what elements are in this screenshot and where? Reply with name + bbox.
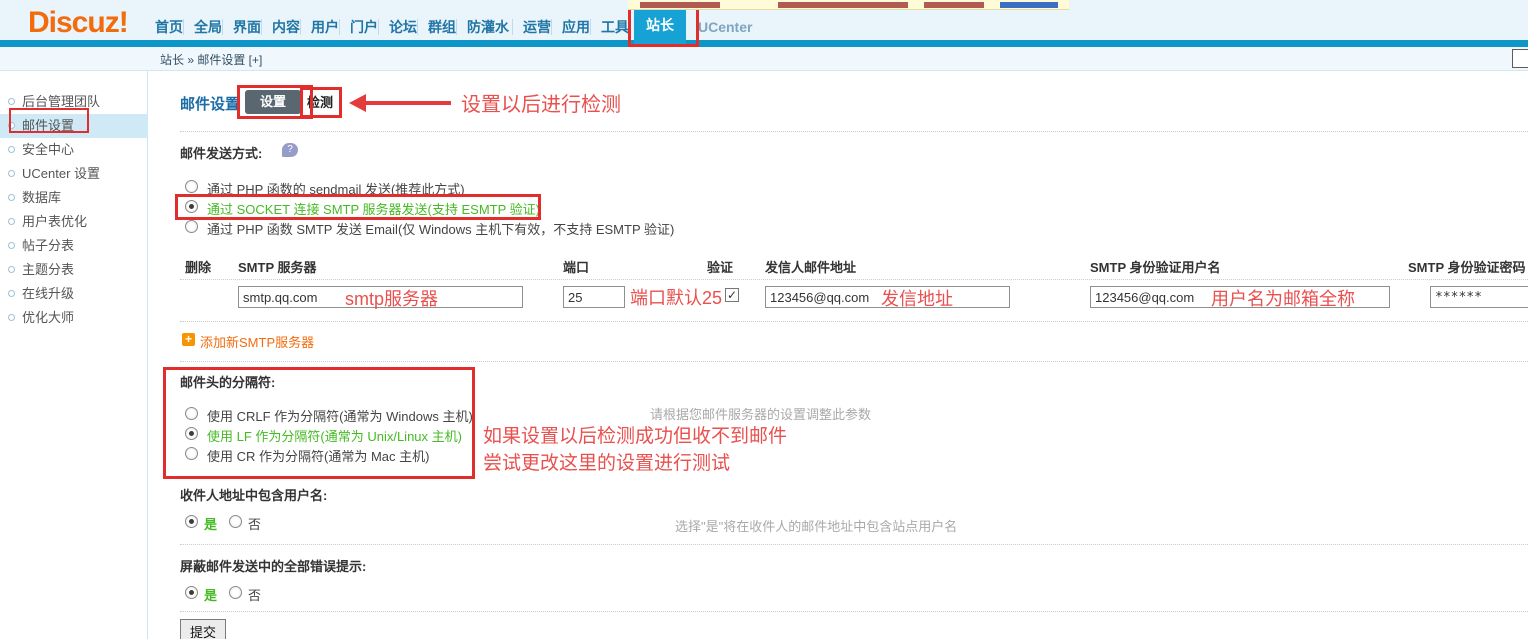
nav-item-tools[interactable]: 工具 xyxy=(601,14,629,40)
notice-fragment xyxy=(778,2,908,8)
col-header-username: SMTP 身份验证用户名 xyxy=(1090,257,1221,276)
bullet-icon xyxy=(8,314,15,321)
mini-input[interactable] xyxy=(1512,49,1528,68)
radio-suppress-errors-no-label[interactable]: 否 xyxy=(248,585,261,604)
sidebar-item-database[interactable]: 数据库 xyxy=(0,186,148,210)
nav-item-global[interactable]: 全局 xyxy=(194,14,222,40)
nav-item-apps[interactable]: 应用 xyxy=(562,14,590,40)
radio-suppress-errors-yes-label[interactable]: 是 xyxy=(204,585,217,604)
sidebar-item-post-split[interactable]: 帖子分表 xyxy=(0,234,148,258)
sidebar-item-thread-split[interactable]: 主题分表 xyxy=(0,258,148,282)
bullet-icon xyxy=(8,218,15,225)
divider xyxy=(180,361,1528,362)
main-content: 邮件设置 设置 检测 设置以后进行检测 邮件发送方式: ? 通过 PHP 函数的… xyxy=(149,71,1528,639)
annotation-tab-note: 设置以后进行检测 xyxy=(461,88,621,117)
send-method-label: 邮件发送方式: xyxy=(180,143,262,162)
nav-item-ucenter[interactable]: UCenter xyxy=(698,14,752,40)
header-accent-bar xyxy=(0,40,1528,47)
col-header-auth: 验证 xyxy=(707,257,733,276)
sidebar-item-optimize-master[interactable]: 优化大师 xyxy=(0,306,148,330)
annotation-box-delimiter xyxy=(163,367,475,479)
table-header-divider xyxy=(180,279,1528,280)
table-row-divider xyxy=(180,321,1528,322)
radio-include-username-yes[interactable] xyxy=(185,515,198,528)
col-header-delete: 删除 xyxy=(185,257,211,276)
annotation-from-note: 发信地址 xyxy=(881,285,953,311)
breadcrumb: 站长 » 邮件设置 [+] xyxy=(160,51,262,68)
sidebar-item-ucenter-settings[interactable]: UCenter 设置 xyxy=(0,162,148,186)
sidebar: 后台管理团队 邮件设置 安全中心 UCenter 设置 数据库 用户表优化 帖子… xyxy=(0,71,148,639)
smtp-port-input[interactable] xyxy=(563,286,625,308)
col-header-server: SMTP 服务器 xyxy=(238,257,317,276)
bullet-icon xyxy=(8,290,15,297)
annotation-port-note: 端口默认25 xyxy=(630,284,722,310)
nav-item-home[interactable]: 首页 xyxy=(155,14,183,40)
radio-include-username-yes-label[interactable]: 是 xyxy=(204,514,217,533)
annotation-box-socket-option xyxy=(175,194,541,220)
annotation-box-mail-settings xyxy=(9,108,89,133)
radio-php-smtp[interactable] xyxy=(185,220,198,233)
header: Discuz! Control Panel 首页 全局 界面 内容 用户 门户 … xyxy=(0,0,1528,47)
sidebar-item-security-center[interactable]: 安全中心 xyxy=(0,138,148,162)
notice-fragment xyxy=(640,2,720,8)
bullet-icon xyxy=(8,194,15,201)
annotation-delimiter-note-1: 如果设置以后检测成功但收不到邮件 xyxy=(483,421,787,448)
bullet-icon xyxy=(8,170,15,177)
divider xyxy=(180,544,1528,545)
radio-suppress-errors-no[interactable] xyxy=(229,586,242,599)
nav-item-antispam[interactable]: 防灌水 xyxy=(467,14,509,40)
annotation-arrow-shaft xyxy=(365,101,451,105)
discuz-admin-window: Discuz! Control Panel 首页 全局 界面 内容 用户 门户 … xyxy=(0,0,1528,639)
discuz-logo: Discuz! xyxy=(28,6,128,40)
nav-item-content[interactable]: 内容 xyxy=(272,14,300,40)
col-header-from: 发信人邮件地址 xyxy=(765,257,856,276)
divider xyxy=(180,611,1528,612)
col-header-password: SMTP 身份验证密码 xyxy=(1408,257,1526,276)
radio-include-username-no[interactable] xyxy=(229,515,242,528)
bullet-icon xyxy=(8,146,15,153)
clipped-browser-notice xyxy=(628,0,1069,10)
page-title: 邮件设置 xyxy=(180,93,240,114)
notice-link-fragment[interactable] xyxy=(1000,2,1058,8)
nav-item-groups[interactable]: 群组 xyxy=(428,14,456,40)
bullet-icon xyxy=(8,98,15,105)
radio-sendmail[interactable] xyxy=(185,180,198,193)
radio-suppress-errors-yes[interactable] xyxy=(185,586,198,599)
breadcrumb-bar: 站长 » 邮件设置 [+] xyxy=(0,47,1528,71)
nav-item-forum[interactable]: 论坛 xyxy=(389,14,417,40)
include-username-label: 收件人地址中包含用户名: xyxy=(180,485,327,504)
radio-include-username-no-label[interactable]: 否 xyxy=(248,514,261,533)
suppress-errors-label: 屏蔽邮件发送中的全部错误提示: xyxy=(180,556,366,575)
annotation-server-note: smtp服务器 xyxy=(345,285,438,311)
col-header-port: 端口 xyxy=(563,257,589,276)
bullet-icon xyxy=(8,266,15,273)
nav-item-users[interactable]: 用户 xyxy=(311,14,339,40)
add-smtp-server-link[interactable]: 添加新SMTP服务器 xyxy=(200,332,314,351)
annotation-box-test-tab xyxy=(300,87,342,118)
nav-item-operation[interactable]: 运营 xyxy=(523,14,551,40)
annotation-username-note: 用户名为邮箱全称 xyxy=(1211,285,1355,311)
notice-fragment xyxy=(924,2,984,8)
sidebar-item-online-upgrade[interactable]: 在线升级 xyxy=(0,282,148,306)
sidebar-item-user-table-optimize[interactable]: 用户表优化 xyxy=(0,210,148,234)
radio-php-smtp-label[interactable]: 通过 PHP 函数 SMTP 发送 Email(仅 Windows 主机下有效，… xyxy=(207,219,674,238)
submit-button[interactable]: 提交 xyxy=(180,619,226,639)
annotation-delimiter-note-2: 尝试更改这里的设置进行测试 xyxy=(483,448,730,475)
nav-item-interface[interactable]: 界面 xyxy=(233,14,261,40)
smtp-password-input[interactable] xyxy=(1430,286,1528,308)
help-icon[interactable]: ? xyxy=(282,143,298,157)
divider xyxy=(180,131,1528,132)
include-username-hint: 选择"是"将在收件人的邮件地址中包含站点用户名 xyxy=(675,516,957,535)
add-icon[interactable]: + xyxy=(182,333,195,346)
bullet-icon xyxy=(8,242,15,249)
smtp-auth-checkbox[interactable] xyxy=(725,288,739,302)
annotation-arrow-icon xyxy=(349,94,366,112)
nav-item-portal[interactable]: 门户 xyxy=(350,14,378,40)
